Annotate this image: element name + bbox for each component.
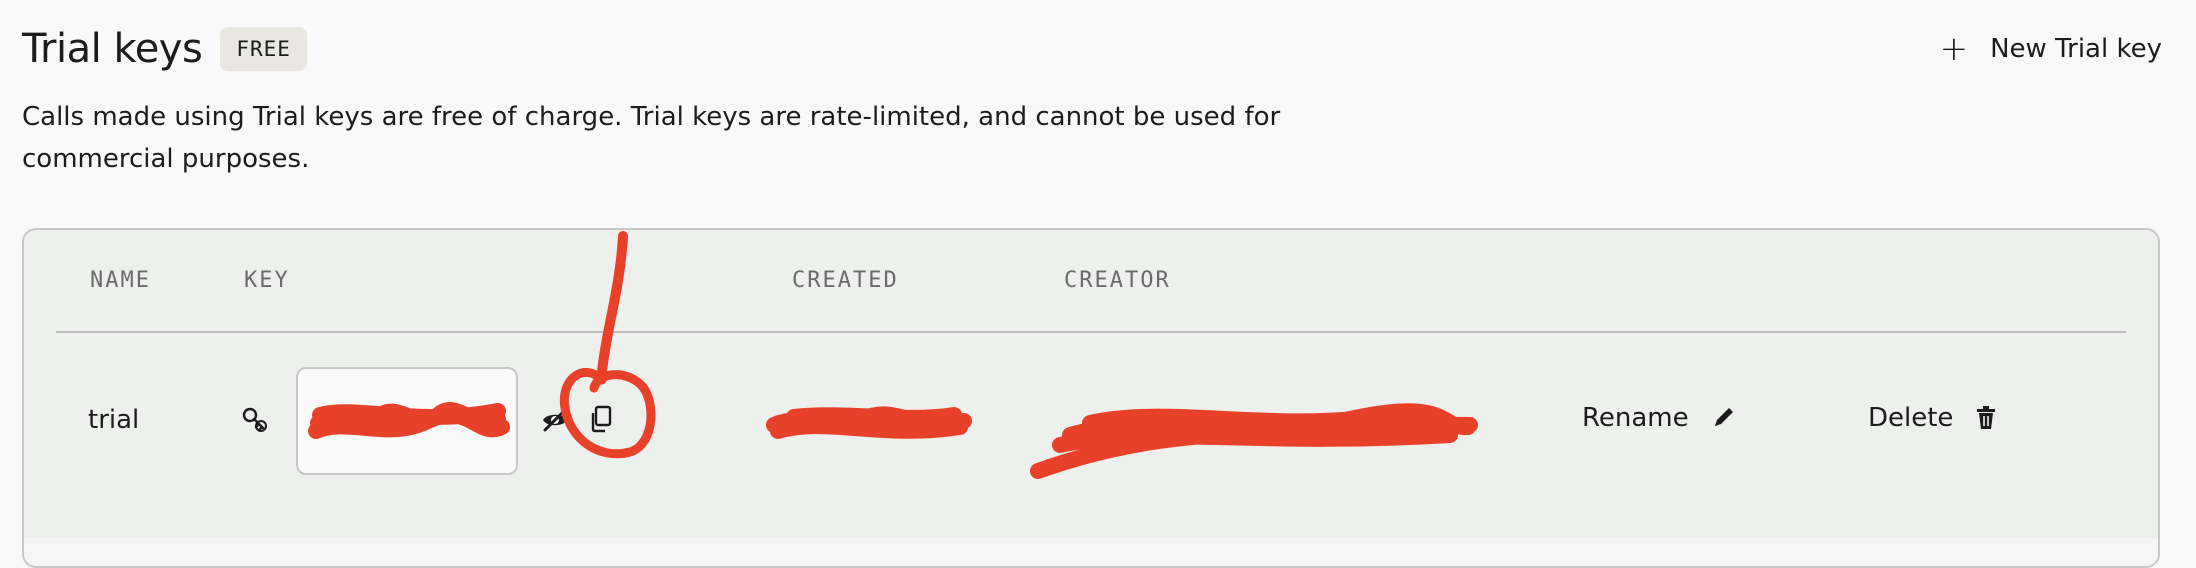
trial-keys-table: NAME KEY CREATED CREATOR trial Rename De… xyxy=(22,228,2160,568)
column-header-name: NAME xyxy=(90,268,151,293)
key-search-icon[interactable] xyxy=(240,405,270,435)
plus-icon: + xyxy=(1939,29,1969,69)
page-header: Trial keys FREE xyxy=(22,26,307,72)
key-value-field[interactable] xyxy=(296,367,518,475)
page-title: Trial keys xyxy=(22,26,203,72)
free-badge: FREE xyxy=(220,27,307,71)
table-footer-area xyxy=(24,538,2158,566)
rename-button[interactable]: Rename xyxy=(1582,403,1735,433)
column-header-key: KEY xyxy=(244,268,290,293)
created-redaction xyxy=(766,406,972,439)
column-header-creator: CREATOR xyxy=(1064,268,1171,293)
key-redaction xyxy=(308,402,510,439)
delete-button[interactable]: Delete xyxy=(1868,403,1997,433)
trash-icon xyxy=(1975,406,1997,430)
creator-redaction xyxy=(1030,403,1478,479)
eye-off-icon[interactable] xyxy=(540,405,570,435)
rename-label: Rename xyxy=(1582,403,1689,433)
column-header-created: CREATED xyxy=(792,268,899,293)
page-description: Calls made using Trial keys are free of … xyxy=(22,102,1281,174)
copy-icon[interactable] xyxy=(586,403,616,435)
new-trial-key-label: New Trial key xyxy=(1990,34,2162,64)
key-name: trial xyxy=(88,405,140,435)
new-trial-key-button[interactable]: + New Trial key xyxy=(1940,32,2162,66)
delete-label: Delete xyxy=(1868,403,1954,433)
pencil-icon xyxy=(1711,406,1735,430)
table-row: trial Rename Delete xyxy=(24,333,2158,539)
